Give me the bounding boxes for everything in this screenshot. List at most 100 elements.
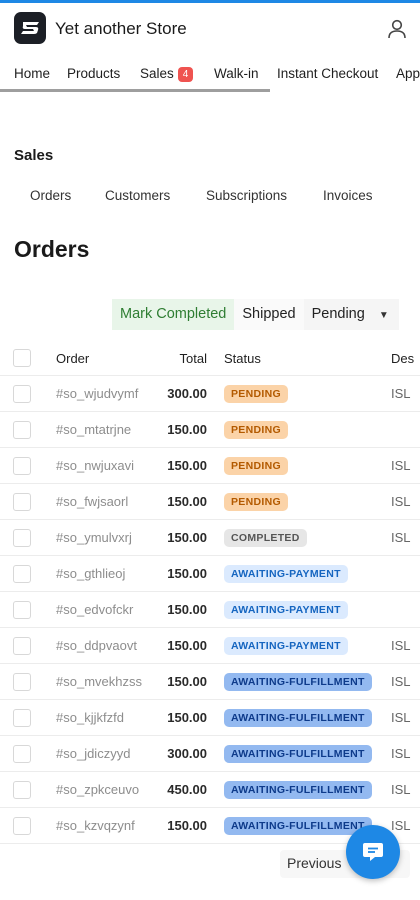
nav-item-app[interactable]: App (396, 66, 420, 81)
table-row[interactable]: #so_zpkceuvo 450.00 AWAITING-FULFILLMENT IS… (0, 771, 420, 808)
order-id[interactable]: #so_jdiczyyd (56, 735, 151, 772)
order-id[interactable]: #so_gthlieoj (56, 555, 151, 592)
table-row[interactable]: #so_mtatrjne 150.00 PENDING (0, 411, 420, 448)
status-cell: AWAITING-FULFILLMENT (224, 699, 391, 736)
row-select-cell (0, 375, 56, 412)
order-id[interactable]: #so_mvekhzss (56, 663, 151, 700)
table-row[interactable]: #so_ymulvxrj 150.00 COMPLETED ISL (0, 519, 420, 556)
row-checkbox[interactable] (13, 708, 31, 727)
nav-item-home[interactable]: Home (14, 66, 50, 81)
table-row[interactable]: #so_nwjuxavi 150.00 PENDING ISL (0, 447, 420, 484)
order-id[interactable]: #so_ymulvxrj (56, 519, 151, 556)
previous-page-button[interactable]: Previous (287, 855, 341, 871)
order-description (391, 411, 420, 448)
header-total[interactable]: Total (151, 341, 224, 376)
table-row[interactable]: #so_wjudvymf 300.00 PENDING ISL (0, 375, 420, 412)
status-cell: AWAITING-FULFILLMENT (224, 771, 391, 808)
nav-item-products[interactable]: Products (67, 66, 120, 81)
row-checkbox[interactable] (13, 636, 31, 655)
order-id[interactable]: #so_mtatrjne (56, 411, 151, 448)
order-description (391, 591, 420, 628)
status-badge: COMPLETED (224, 528, 307, 547)
main-nav: Home Products Sales 4 Walk-in Instant Che… (0, 55, 420, 91)
header-status[interactable]: Status (224, 341, 391, 376)
subtab-orders[interactable]: Orders (30, 188, 71, 203)
order-id[interactable]: #so_nwjuxavi (56, 447, 151, 484)
row-checkbox[interactable] (13, 456, 31, 475)
row-checkbox[interactable] (13, 816, 31, 835)
row-checkbox[interactable] (13, 528, 31, 547)
section-title: Sales (14, 147, 54, 164)
row-checkbox[interactable] (13, 672, 31, 691)
status-cell: COMPLETED (224, 519, 391, 556)
order-id[interactable]: #so_edvofckr (56, 591, 151, 628)
table-row[interactable]: #so_ddpvaovt 150.00 AWAITING-PAYMENT ISL (0, 627, 420, 664)
status-cell: PENDING (224, 483, 391, 520)
order-id[interactable]: #so_zpkceuvo (56, 771, 151, 808)
table-row[interactable]: #so_mvekhzss 150.00 AWAITING-FULFILLMENT IS… (0, 663, 420, 700)
header-description[interactable]: Des (391, 341, 420, 376)
order-id[interactable]: #so_kzvqzynf (56, 807, 151, 844)
shipped-button[interactable]: Shipped (234, 299, 304, 330)
status-badge: AWAITING-PAYMENT (224, 600, 348, 619)
row-checkbox[interactable] (13, 420, 31, 439)
table-row[interactable]: #so_fwjsaorl 150.00 PENDING ISL (0, 483, 420, 520)
orders-table: Order Total Status Des #so_wjudvymf 300.0… (0, 341, 420, 844)
chevron-down-icon: ▼ (378, 310, 389, 321)
row-checkbox[interactable] (13, 744, 31, 763)
status-badge: AWAITING-FULFILLMENT (224, 816, 372, 835)
order-id[interactable]: #so_kjjkfzfd (56, 699, 151, 736)
order-description: ISL (391, 771, 420, 808)
select-all-checkbox[interactable] (13, 349, 31, 367)
table-row[interactable]: #so_edvofckr 150.00 AWAITING-PAYMENT (0, 591, 420, 628)
table-row[interactable]: #so_gthlieoj 150.00 AWAITING-PAYMENT (0, 555, 420, 592)
table-row[interactable]: #so_jdiczyyd 300.00 AWAITING-FULFILLMENT IS… (0, 735, 420, 772)
user-icon[interactable] (386, 18, 408, 40)
table-row[interactable]: #so_kjjkfzfd 150.00 AWAITING-FULFILLMENT IS… (0, 699, 420, 736)
order-total: 150.00 (151, 699, 224, 736)
order-description: ISL (391, 519, 420, 556)
order-description (391, 555, 420, 592)
order-description: ISL (391, 735, 420, 772)
order-id[interactable]: #so_fwjsaorl (56, 483, 151, 520)
order-total: 150.00 (151, 519, 224, 556)
nav-scroll-indicator (0, 89, 270, 92)
nav-item-walk-in[interactable]: Walk-in (214, 66, 259, 81)
subtab-subscriptions[interactable]: Subscriptions (206, 188, 287, 203)
row-checkbox[interactable] (13, 780, 31, 799)
order-total: 150.00 (151, 555, 224, 592)
row-checkbox[interactable] (13, 492, 31, 511)
nav-item-sales[interactable]: Sales 4 (140, 66, 194, 82)
row-checkbox[interactable] (13, 384, 31, 403)
order-id[interactable]: #so_ddpvaovt (56, 627, 151, 664)
order-id[interactable]: #so_wjudvymf (56, 375, 151, 412)
order-total: 150.00 (151, 447, 224, 484)
store-logo-icon[interactable] (14, 12, 46, 44)
header-order[interactable]: Order (56, 341, 151, 376)
app-title: Yet another Store (55, 19, 187, 38)
row-select-cell (0, 519, 56, 556)
mark-completed-button[interactable]: Mark Completed (112, 299, 235, 330)
row-checkbox[interactable] (13, 564, 31, 583)
subtab-customers[interactable]: Customers (105, 188, 170, 203)
order-total: 300.00 (151, 375, 224, 412)
row-checkbox[interactable] (13, 600, 31, 619)
subtab-invoices[interactable]: Invoices (323, 188, 373, 203)
order-description: ISL (391, 663, 420, 700)
row-select-cell (0, 483, 56, 520)
pending-dropdown-label: Pending (311, 306, 365, 322)
chat-icon[interactable] (346, 825, 400, 879)
order-total: 150.00 (151, 591, 224, 628)
row-select-cell (0, 771, 56, 808)
order-description: ISL (391, 699, 420, 736)
status-badge: AWAITING-FULFILLMENT (224, 672, 372, 691)
status-badge: PENDING (224, 492, 288, 511)
row-select-cell (0, 591, 56, 628)
bulk-actions: Mark Completed Shipped Pending ▼ (112, 299, 399, 330)
status-badge: AWAITING-FULFILLMENT (224, 780, 372, 799)
nav-item-instant-checkout[interactable]: Instant Checkout (277, 66, 378, 81)
status-cell: PENDING (224, 447, 391, 484)
order-total: 300.00 (151, 735, 224, 772)
pending-dropdown[interactable]: Pending ▼ (303, 299, 399, 330)
status-cell: AWAITING-PAYMENT (224, 555, 391, 592)
